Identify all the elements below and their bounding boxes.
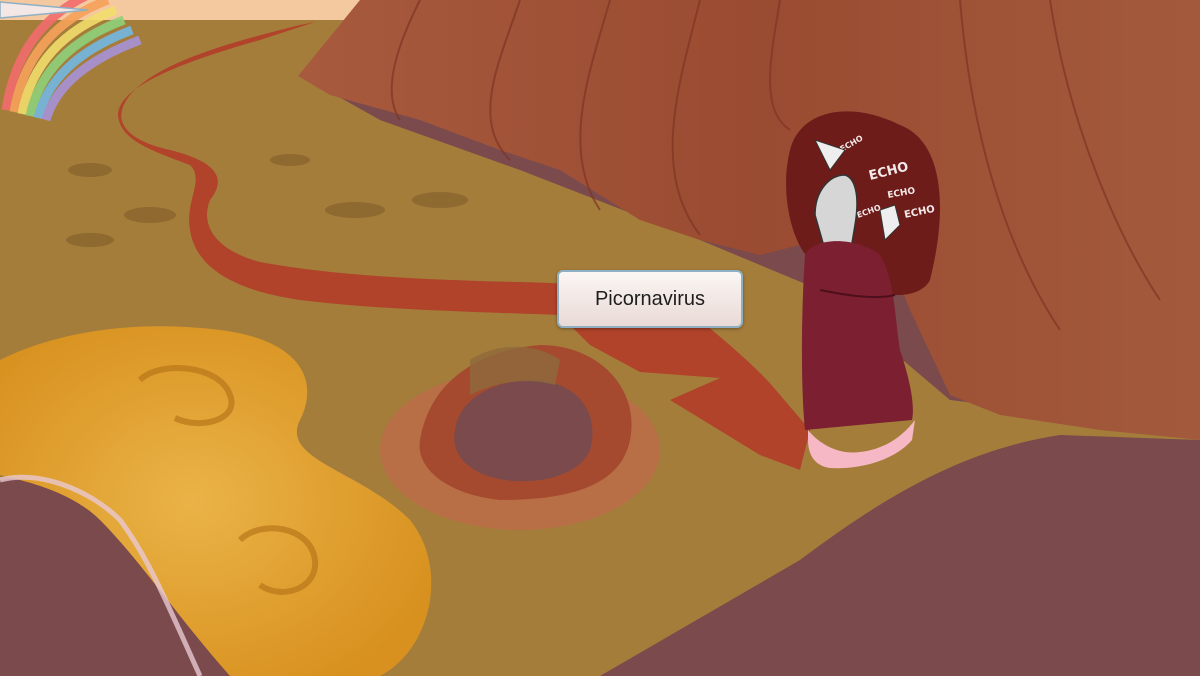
illustration-scene: ECHO ECHO ECHO ECHO ECHO Picornavirus <box>0 0 1200 676</box>
callout-text: Picornavirus <box>594 287 706 310</box>
scene-art: ECHO ECHO ECHO ECHO ECHO <box>0 0 1200 676</box>
callout-tail <box>0 1 89 19</box>
callout-label: Picornavirus <box>557 270 743 328</box>
